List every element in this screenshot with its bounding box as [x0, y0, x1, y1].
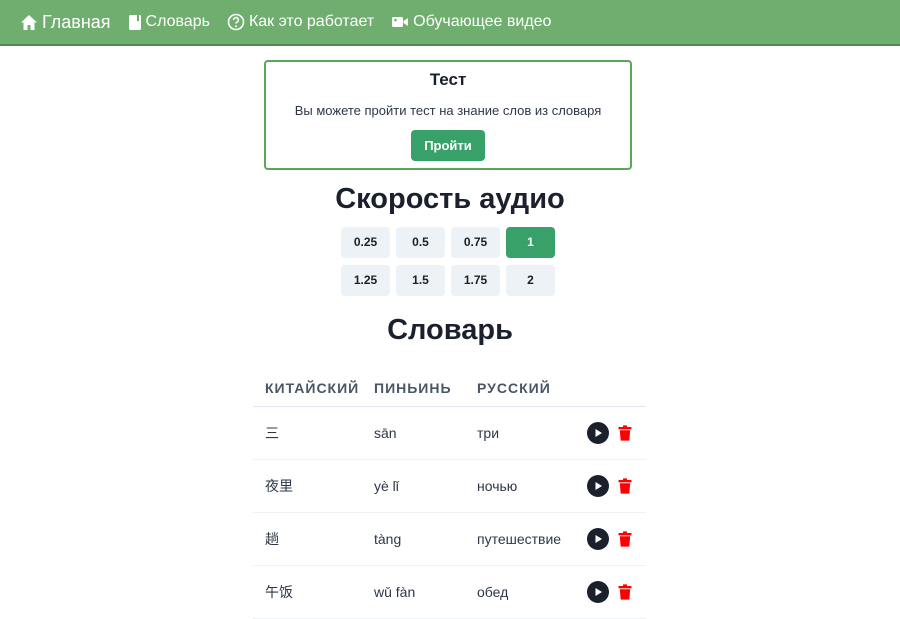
nav-how-it-works-label: Как это работает — [248, 13, 375, 30]
dictionary-table: КИТАЙСКИЙ ПИНЬИНЬ РУССКИЙ 三 sān три 夜里 y… — [253, 370, 646, 619]
table-row: 三 sān три — [253, 407, 646, 460]
nav-tutorial-video-label: Обучающее видео — [413, 13, 552, 30]
trash-icon — [618, 531, 632, 547]
question-circle-icon — [227, 13, 245, 31]
nav-dictionary-label: Словарь — [145, 13, 210, 30]
delete-word-button[interactable] — [618, 584, 632, 600]
play-icon — [595, 588, 602, 596]
delete-word-button[interactable] — [618, 478, 632, 494]
book-icon — [128, 14, 142, 31]
cell-russian: обед — [477, 584, 509, 600]
nav-home-label: Главная — [42, 11, 111, 32]
video-camera-icon — [391, 14, 409, 30]
cell-pinyin: wǔ fàn — [374, 584, 416, 600]
trash-icon — [618, 425, 632, 441]
speed-option-1[interactable]: 1 — [506, 227, 555, 258]
table-row: 午饭 wǔ fàn обед — [253, 566, 646, 619]
speed-option-0.75[interactable]: 0.75 — [451, 227, 500, 258]
nav-how-it-works[interactable]: Как это работает — [227, 13, 374, 31]
table-header: КИТАЙСКИЙ ПИНЬИНЬ РУССКИЙ — [253, 370, 646, 407]
speed-option-0.25[interactable]: 0.25 — [341, 227, 390, 258]
header-chinese: КИТАЙСКИЙ — [265, 380, 360, 396]
dictionary-title: Словарь — [387, 314, 513, 346]
cell-russian: ночью — [477, 478, 518, 494]
delete-word-button[interactable] — [618, 425, 632, 441]
play-audio-button[interactable] — [587, 528, 609, 550]
cell-pinyin: tàng — [374, 531, 402, 547]
table-row: 夜里 yè lǐ ночью — [253, 460, 646, 513]
cell-chinese: 趟 — [265, 532, 279, 548]
play-audio-button[interactable] — [587, 422, 609, 444]
nav-dictionary[interactable]: Словарь — [128, 13, 210, 31]
cell-pinyin: sān — [374, 425, 397, 441]
delete-word-button[interactable] — [618, 531, 632, 547]
cell-russian: три — [477, 425, 500, 441]
header-russian: РУССКИЙ — [477, 380, 551, 396]
test-title: Тест — [429, 70, 467, 89]
trash-icon — [618, 478, 632, 494]
test-description: Вы можете пройти тест на знание слов из … — [294, 103, 602, 118]
cell-chinese: 夜里 — [265, 479, 293, 495]
cell-russian: путешествие — [477, 531, 562, 547]
nav-home[interactable]: Главная — [20, 12, 111, 33]
speed-option-2[interactable]: 2 — [506, 265, 555, 296]
cell-pinyin: yè lǐ — [374, 478, 399, 494]
test-card: Тест Вы можете пройти тест на знание сло… — [264, 60, 632, 170]
home-icon — [20, 14, 38, 31]
speed-option-1.5[interactable]: 1.5 — [396, 265, 445, 296]
play-icon — [595, 482, 602, 490]
trash-icon — [618, 584, 632, 600]
top-navbar: Главная Словарь Как это работает Обучающ… — [0, 0, 900, 46]
speed-option-0.5[interactable]: 0.5 — [396, 227, 445, 258]
header-pinyin: ПИНЬИНЬ — [374, 380, 452, 396]
audio-speed-title: Скорость аудио — [335, 183, 565, 215]
cell-chinese: 三 — [265, 426, 279, 442]
audio-speed-options: 0.25 0.5 0.75 1 1.25 1.5 1.75 2 — [341, 227, 557, 296]
play-icon — [595, 429, 602, 437]
cell-chinese: 午饭 — [265, 585, 293, 601]
play-audio-button[interactable] — [587, 475, 609, 497]
start-test-button[interactable]: Пройти — [411, 130, 485, 161]
nav-tutorial-video[interactable]: Обучающее видео — [391, 13, 551, 31]
play-icon — [595, 535, 602, 543]
table-row: 趟 tàng путешествие — [253, 513, 646, 566]
speed-option-1.25[interactable]: 1.25 — [341, 265, 390, 296]
speed-option-1.75[interactable]: 1.75 — [451, 265, 500, 296]
